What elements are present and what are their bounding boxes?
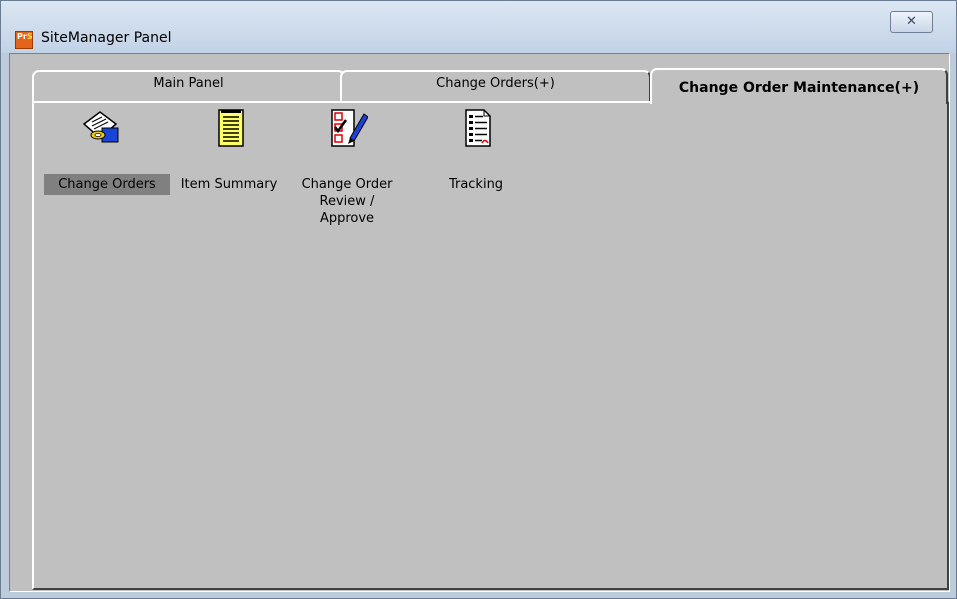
tab-label: Change Orders(+) bbox=[436, 76, 555, 91]
close-button[interactable]: ✕ bbox=[890, 11, 933, 33]
window-title: SiteManager Panel bbox=[41, 30, 172, 46]
tracking-icon bbox=[465, 109, 491, 147]
sitemanager-window: PrSM SiteManager Panel ✕ Main Panel Chan… bbox=[0, 0, 957, 599]
change-orders-icon bbox=[82, 111, 119, 143]
tab-panel: Change Orders Item Summary Change Order … bbox=[32, 101, 949, 590]
app-icon-text-left: Pr bbox=[17, 32, 27, 41]
item-label: Change Order Review / Approve bbox=[301, 177, 393, 226]
item-summary-icon bbox=[218, 109, 244, 147]
tab-main-panel[interactable]: Main Panel bbox=[32, 70, 345, 102]
tab-label: Main Panel bbox=[153, 76, 224, 91]
client-area: Main Panel Change Orders(+) Change Order… bbox=[9, 53, 950, 592]
tab-label: Change Order Maintenance(+) bbox=[678, 80, 920, 96]
close-icon: ✕ bbox=[906, 14, 917, 29]
item-label: Tracking bbox=[448, 177, 504, 192]
app-icon-text-right: SM bbox=[26, 32, 33, 41]
tab-change-order-maintenance[interactable]: Change Order Maintenance(+) bbox=[650, 68, 948, 104]
sitemanager-app-icon[interactable]: PrSM bbox=[15, 31, 33, 49]
item-label: Change Orders bbox=[44, 174, 170, 195]
tab-change-orders[interactable]: Change Orders(+) bbox=[340, 70, 651, 102]
title-bar[interactable]: PrSM SiteManager Panel ✕ bbox=[1, 1, 956, 53]
review-approve-icon bbox=[331, 109, 368, 147]
item-label: Item Summary bbox=[180, 177, 278, 192]
